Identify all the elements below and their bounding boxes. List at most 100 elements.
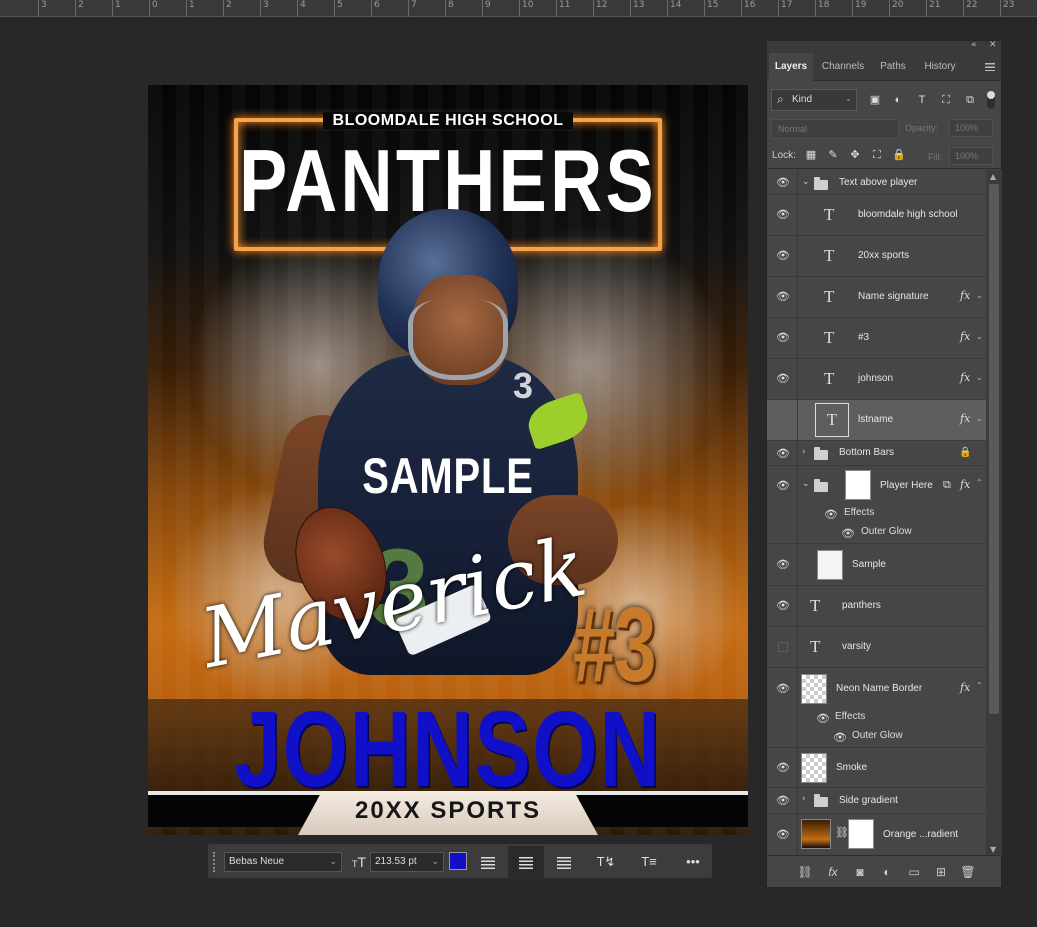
layer-number[interactable]: 👁 T #3 fx ⌄: [767, 318, 986, 359]
tab-layers[interactable]: Layers: [769, 53, 813, 81]
align-right-icon[interactable]: [551, 852, 577, 872]
visibility-eye-icon[interactable]: 👁: [776, 448, 790, 459]
chevron-up-icon[interactable]: ⌃: [976, 681, 983, 690]
effects-eye-icon[interactable]: 👁: [816, 713, 830, 724]
opacity-field[interactable]: 100%: [949, 119, 993, 137]
warp-text-icon[interactable]: T↯: [593, 852, 619, 872]
tab-history[interactable]: History: [917, 53, 963, 81]
add-style-icon[interactable]: fx: [825, 864, 841, 880]
type-filter-icon[interactable]: T: [915, 93, 929, 107]
lock-artboard-icon[interactable]: ⛶: [870, 148, 884, 162]
new-group-icon[interactable]: ▭: [906, 864, 922, 880]
font-family-select[interactable]: Bebas Neue ⌄: [224, 852, 342, 872]
tab-channels[interactable]: Channels: [817, 53, 869, 81]
layer-group-bottom-bars[interactable]: 👁 › Bottom Bars 🔒: [767, 441, 986, 466]
chevron-up-icon[interactable]: ▲: [990, 172, 996, 181]
chevron-down-icon[interactable]: ⌄: [976, 414, 983, 423]
layer-lstname[interactable]: T lstname fx ⌄: [767, 400, 986, 441]
new-layer-icon[interactable]: ⊞: [933, 864, 949, 880]
visibility-eye-icon[interactable]: 👁: [776, 683, 790, 694]
tab-paths[interactable]: Paths: [873, 53, 913, 81]
layer-group-text-above-player[interactable]: 👁 ⌄ Text above player: [767, 170, 986, 195]
collapse-icon[interactable]: «: [971, 40, 977, 50]
chevron-down-icon[interactable]: ⌄: [802, 177, 810, 187]
fx-icon[interactable]: fx: [960, 681, 970, 694]
layer-mask-thumbnail[interactable]: [845, 470, 871, 500]
layer-smoke[interactable]: 👁 Smoke: [767, 748, 986, 788]
layer-20xx-sports[interactable]: 👁 T 20xx sports: [767, 236, 986, 277]
add-mask-icon[interactable]: ◙: [852, 864, 868, 880]
delete-layer-icon[interactable]: 🗑: [960, 864, 976, 880]
layer-bloomdale-high-school[interactable]: 👁 T bloomdale high school: [767, 195, 986, 236]
chevron-down-icon[interactable]: ⌄: [976, 332, 983, 341]
layer-panthers[interactable]: 👁 T panthers: [767, 586, 986, 627]
visibility-eye-icon[interactable]: 👁: [776, 600, 790, 611]
fill-field[interactable]: 100%: [949, 147, 993, 165]
filter-kind-select[interactable]: ⌕ Kind ⌄: [771, 89, 857, 111]
pixel-filter-icon[interactable]: ▣: [868, 93, 882, 107]
visibility-eye-icon[interactable]: 👁: [776, 177, 790, 188]
close-icon[interactable]: ✕: [989, 40, 997, 50]
shape-filter-icon[interactable]: ⛶: [939, 93, 953, 107]
font-size-field[interactable]: 213.53 pt ⌄: [370, 852, 444, 872]
layer-sample[interactable]: 👁 Sample: [767, 544, 986, 586]
scrollbar-thumb[interactable]: [989, 184, 999, 714]
visibility-eye-icon[interactable]: 👁: [776, 795, 790, 806]
effects-eye-icon[interactable]: 👁: [824, 509, 838, 520]
chevron-up-icon[interactable]: ⌃: [976, 478, 983, 487]
align-left-icon[interactable]: [475, 852, 501, 872]
outer-glow-eye-icon[interactable]: 👁: [841, 528, 855, 539]
adjustment-layer-icon[interactable]: ◐: [879, 864, 895, 880]
visibility-eye-icon[interactable]: 👁: [776, 332, 790, 343]
last-name-text[interactable]: JOHNSON: [214, 695, 682, 803]
adjustment-filter-icon[interactable]: ◐: [891, 93, 905, 107]
layer-orange-gradient[interactable]: 👁 ⛓ Orange ...radient: [767, 814, 986, 856]
panel-menu-icon[interactable]: [985, 63, 995, 71]
visibility-eye-icon[interactable]: 👁: [776, 762, 790, 773]
layer-johnson[interactable]: 👁 T johnson fx ⌄: [767, 359, 986, 400]
lock-transparent-icon[interactable]: ▦: [804, 148, 818, 162]
link-layers-icon[interactable]: ⛓: [797, 864, 813, 880]
chevron-down-icon[interactable]: ⌄: [976, 373, 983, 382]
chevron-down-icon[interactable]: ▼: [990, 845, 996, 854]
toolbar-grip[interactable]: [213, 852, 216, 872]
fx-icon[interactable]: fx: [960, 289, 970, 302]
filter-toggle[interactable]: [987, 91, 995, 109]
visibility-eye-icon[interactable]: 👁: [776, 250, 790, 261]
fx-icon[interactable]: fx: [960, 330, 970, 343]
outer-glow-eye-icon[interactable]: 👁: [833, 732, 847, 743]
layer-group-side-gradient[interactable]: 👁 › Side gradient: [767, 788, 986, 814]
chevron-right-icon[interactable]: ›: [802, 794, 806, 804]
layer-group-player-here[interactable]: 👁 ⌄ Player Here ⧉ fx ⌃ 👁 Effects 👁 Outer…: [767, 466, 986, 544]
layers-scrollbar[interactable]: ▲ ▼: [986, 170, 1002, 856]
smart-object-filter-icon[interactable]: ⧉: [963, 93, 977, 107]
layer-neon-name-border[interactable]: 👁 Neon Name Border fx ⌃ 👁 Effects 👁 Oute…: [767, 668, 986, 748]
visibility-eye-icon[interactable]: 👁: [776, 480, 790, 491]
more-options-icon[interactable]: •••: [680, 852, 706, 872]
text-color-swatch[interactable]: [449, 852, 467, 870]
lock-position-icon[interactable]: ✥: [848, 148, 862, 162]
lock-all-icon[interactable]: 🔒: [892, 148, 906, 162]
visibility-eye-icon[interactable]: 👁: [776, 829, 790, 840]
layer-mask-thumbnail[interactable]: [848, 819, 874, 849]
blend-mode-select[interactable]: Normal: [771, 119, 899, 139]
chevron-down-icon[interactable]: ⌄: [976, 291, 983, 300]
link-icon[interactable]: ⛓: [835, 826, 849, 839]
visibility-eye-icon[interactable]: 👁: [776, 559, 790, 570]
fx-icon[interactable]: fx: [960, 412, 970, 425]
visibility-eye-icon[interactable]: 👁: [776, 291, 790, 302]
document-canvas[interactable]: BLOOMDALE HIGH SCHOOL PANTHERS 3 3 SAMPL…: [148, 85, 748, 835]
visibility-hidden-box[interactable]: [778, 642, 788, 652]
align-center-icon[interactable]: [508, 846, 544, 878]
chevron-down-icon[interactable]: ⌄: [802, 479, 810, 489]
character-panel-icon[interactable]: T≡: [636, 852, 662, 872]
layer-varsity[interactable]: T varsity: [767, 627, 986, 668]
visibility-eye-icon[interactable]: 👁: [776, 373, 790, 384]
lock-image-icon[interactable]: ✎: [826, 148, 840, 162]
chevron-right-icon[interactable]: ›: [802, 447, 806, 457]
fx-icon[interactable]: fx: [960, 478, 970, 491]
layer-name-signature[interactable]: 👁 T Name signature fx ⌄: [767, 277, 986, 318]
fx-icon[interactable]: fx: [960, 371, 970, 384]
visibility-hidden-box[interactable]: [778, 415, 788, 425]
visibility-eye-icon[interactable]: 👁: [776, 209, 790, 220]
